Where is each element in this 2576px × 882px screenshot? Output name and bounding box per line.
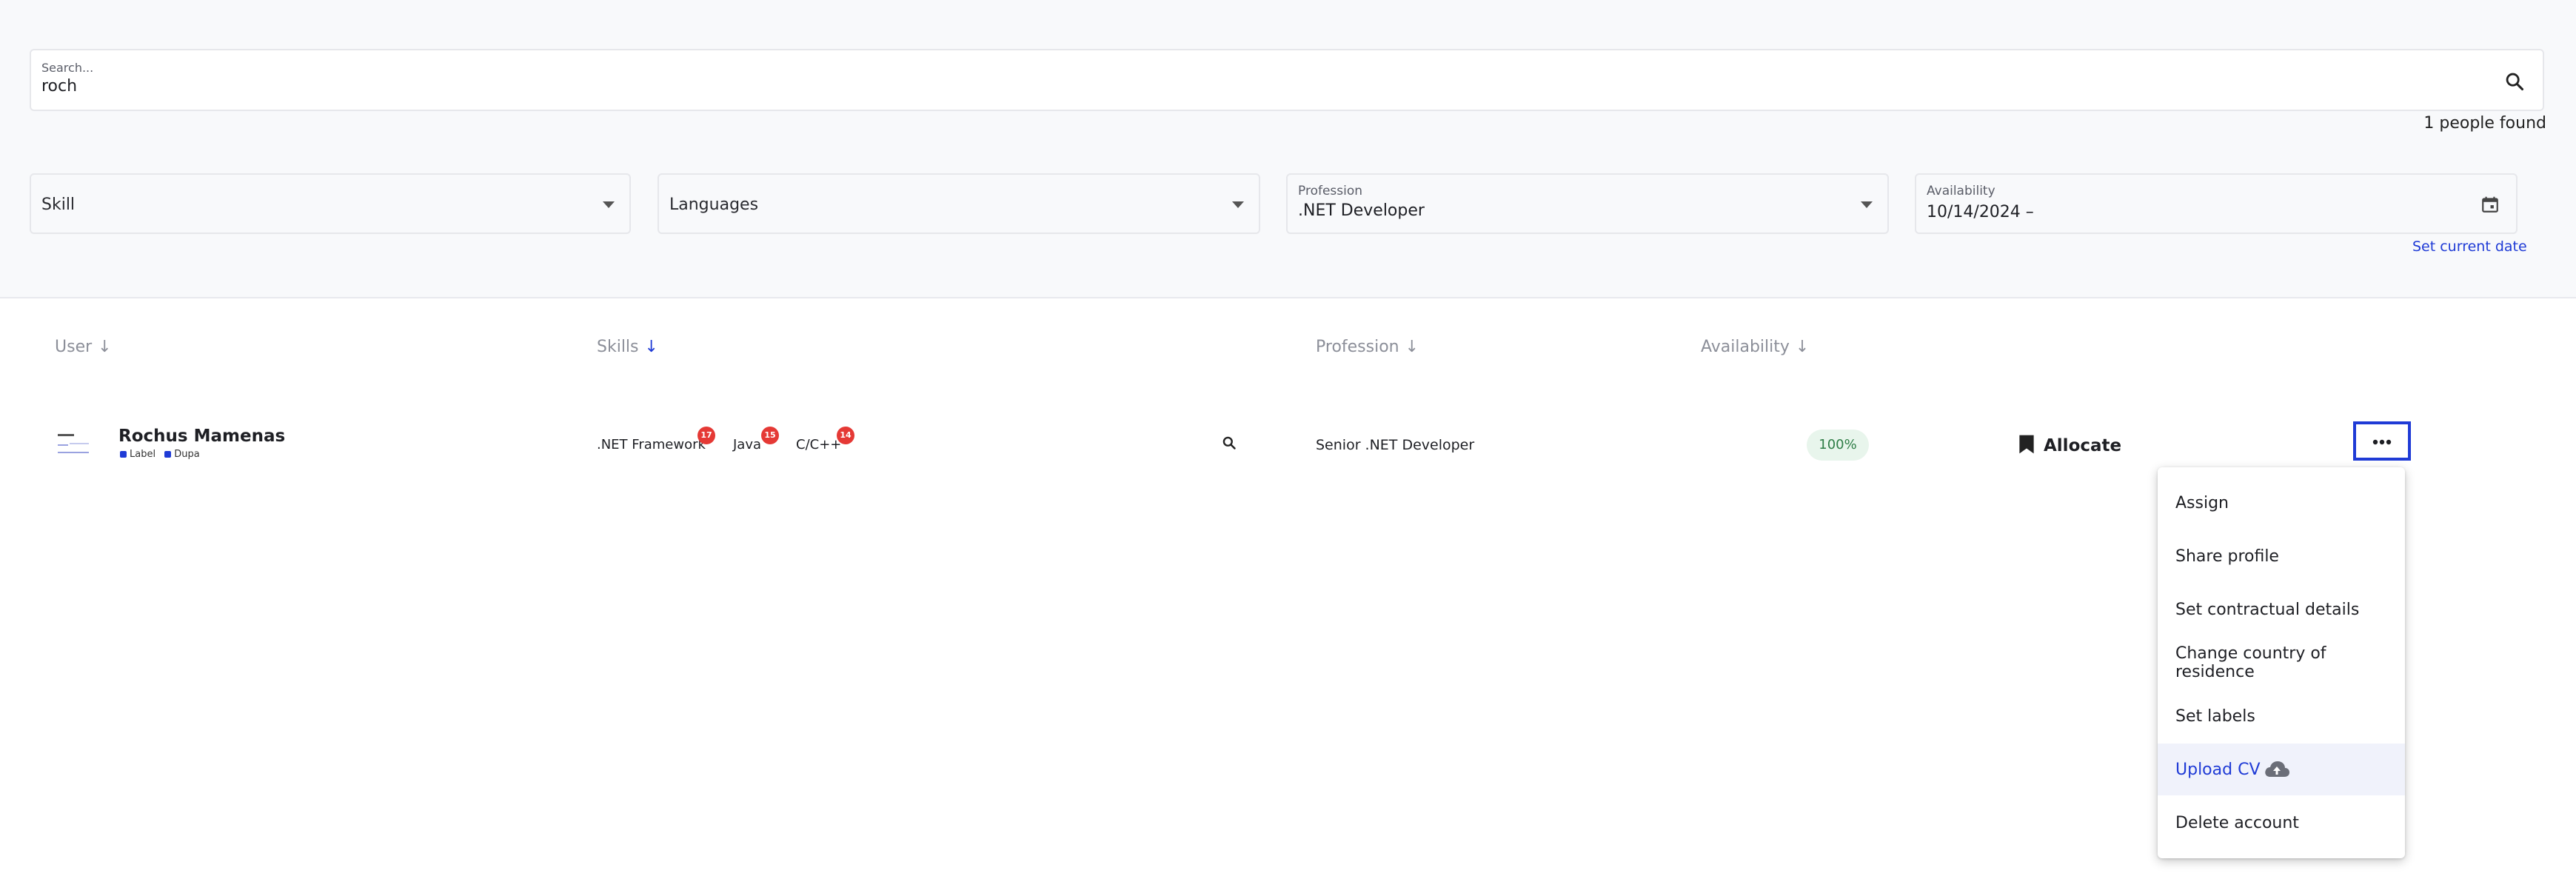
availability-label: Availability <box>1927 184 1995 198</box>
arrow-down-icon: ↓ <box>1795 338 1810 356</box>
availability-badge: 100% <box>1807 430 1869 461</box>
label-dot <box>120 451 127 458</box>
results-count: 1 people found <box>2423 114 2546 133</box>
skill-chip: Java <box>733 437 762 452</box>
profession-cell: Senior .NET Developer <box>1316 437 1475 453</box>
column-header-profession-label: Profession <box>1316 338 1399 356</box>
column-header-availability[interactable]: Availability ↓ <box>1701 338 1809 356</box>
chevron-down-icon <box>1232 201 1244 208</box>
column-header-skills-label: Skills <box>597 338 639 356</box>
calendar-icon[interactable] <box>2480 194 2500 218</box>
menu-item-set-labels[interactable]: Set labels <box>2158 690 2405 742</box>
search-input[interactable]: roch <box>41 77 77 96</box>
menu-item-upload-cv-label: Upload CV <box>2175 760 2261 779</box>
skill-count-badge: 17 <box>697 427 715 444</box>
menu-item-share-profile[interactable]: Share profile <box>2158 530 2405 582</box>
availability-date-value: 10/14/2024 – <box>1927 203 2034 221</box>
column-header-skills[interactable]: Skills ↓ <box>597 338 658 356</box>
skill-chip: C/C++ <box>796 437 842 452</box>
skill-count-badge: 14 <box>837 427 854 444</box>
search-icon[interactable] <box>2504 71 2525 95</box>
set-current-date-link[interactable]: Set current date <box>2412 238 2527 255</box>
user-labels: Label Dupa <box>120 449 200 460</box>
menu-item-set-contractual-details[interactable]: Set contractual details <box>2158 584 2405 635</box>
allocate-button[interactable]: Allocate <box>2018 434 2121 458</box>
arrow-down-icon: ↓ <box>1405 338 1419 356</box>
skill-chip: .NET Framework <box>597 437 706 452</box>
avatar <box>55 430 93 458</box>
profession-value: .NET Developer <box>1298 201 1425 220</box>
actions-menu: Assign Share profile Set contractual det… <box>2158 467 2405 858</box>
languages-select[interactable]: Languages <box>658 173 1260 234</box>
arrow-down-icon: ↓ <box>644 338 658 356</box>
allocate-label: Allocate <box>2044 436 2122 455</box>
search-label: Search... <box>41 61 94 75</box>
arrow-down-icon: ↓ <box>98 338 112 356</box>
user-name[interactable]: Rochus Mamenas <box>118 427 285 446</box>
label-dot <box>164 451 172 458</box>
column-header-user[interactable]: User ↓ <box>55 338 112 356</box>
skill-select[interactable]: Skill <box>30 173 631 234</box>
more-horizontal-icon <box>2372 434 2392 448</box>
user-label: Label <box>130 449 156 460</box>
more-actions-button[interactable] <box>2353 421 2411 461</box>
profession-label: Profession <box>1298 184 1363 198</box>
chevron-down-icon <box>1861 201 1873 208</box>
menu-item-change-country[interactable]: Change country of residence <box>2158 637 2405 689</box>
menu-item-upload-cv[interactable]: Upload CV <box>2158 744 2405 795</box>
search-field[interactable]: Search... roch <box>30 49 2544 111</box>
profession-select[interactable]: Profession .NET Developer <box>1286 173 1889 234</box>
menu-item-delete-account[interactable]: Delete account <box>2158 797 2405 849</box>
column-header-user-label: User <box>55 338 93 356</box>
skill-count-badge: 15 <box>761 427 779 444</box>
search-icon[interactable] <box>1222 435 1237 453</box>
menu-item-assign[interactable]: Assign <box>2158 477 2405 529</box>
bookmark-icon <box>2018 434 2035 458</box>
languages-placeholder: Languages <box>669 196 759 214</box>
cloud-upload-icon <box>2264 760 2290 779</box>
column-header-profession[interactable]: Profession ↓ <box>1316 338 1419 356</box>
skill-placeholder: Skill <box>41 196 76 214</box>
user-label: Dupa <box>174 449 200 460</box>
availability-date-field[interactable]: Availability 10/14/2024 – <box>1915 173 2518 234</box>
filter-panel: Search... roch 1 people found Skill Lang… <box>0 0 2576 298</box>
column-header-availability-label: Availability <box>1701 338 1790 356</box>
chevron-down-icon <box>603 201 615 208</box>
